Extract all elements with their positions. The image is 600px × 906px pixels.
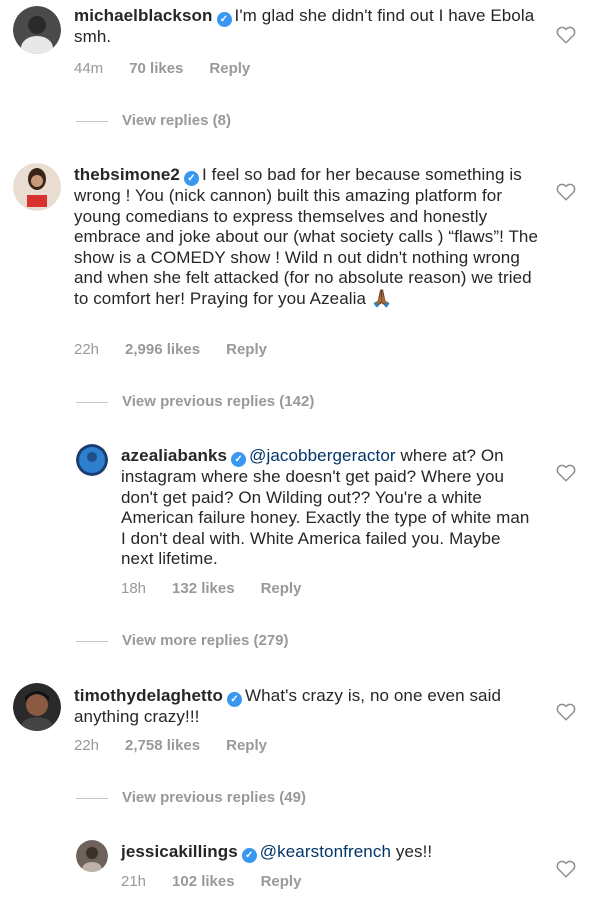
comment-text: timothydelaghetto ✓ What's crazy is, no on… (74, 686, 542, 728)
comment-content: yes!! (391, 842, 433, 861)
avatar-image (13, 683, 61, 731)
avatar-image (13, 163, 61, 211)
avatar[interactable] (13, 163, 61, 211)
comment-text: michaelblackson ✓ I'm glad she didn't find… (74, 6, 544, 48)
reply-button[interactable]: Reply (226, 341, 267, 358)
comment-username[interactable]: michaelblackson (74, 6, 213, 25)
reply-button[interactable]: Reply (261, 873, 302, 890)
comment-time: 22h (74, 737, 100, 754)
verified-badge-icon: ✓ (231, 452, 247, 467)
comment-username[interactable]: jessicakillings (121, 842, 238, 861)
likes-count[interactable]: 2,758 likes (125, 737, 200, 754)
verified-badge-icon: ✓ (227, 692, 243, 707)
comment-username[interactable]: timothydelaghetto (74, 686, 223, 705)
divider-line (76, 120, 108, 122)
avatar-image (13, 6, 61, 54)
comment-meta: 21h 102 likes Reply (121, 873, 327, 890)
comment-time: 44m (74, 60, 104, 77)
like-heart-icon[interactable] (556, 703, 576, 721)
comment-meta: 44m 70 likes Reply (74, 60, 276, 77)
comment-text: azealiabanks ✓ @jacobbergeractor where at?… (121, 446, 533, 570)
comment-meta: 22h 2,996 likes Reply (74, 341, 293, 358)
verified-badge-icon: ✓ (241, 848, 257, 863)
comment-text: thebsimone2 ✓ I feel so bad for her becaus… (74, 165, 542, 310)
verified-badge-icon: ✓ (183, 171, 199, 186)
comment-meta: 22h 2,758 likes Reply (74, 737, 293, 754)
reply-button[interactable]: Reply (209, 60, 250, 77)
divider-line (76, 401, 108, 403)
comment-username[interactable]: thebsimone2 (74, 165, 180, 184)
avatar[interactable] (76, 840, 108, 872)
reply-button[interactable]: Reply (226, 737, 267, 754)
comment-content: I feel so bad for her because something … (74, 165, 539, 308)
avatar[interactable] (13, 683, 61, 731)
comment-username[interactable]: azealiabanks (121, 446, 227, 465)
like-heart-icon[interactable] (556, 860, 576, 878)
praying-hands-emoji: 🙏🏾 (370, 288, 393, 308)
view-replies-button[interactable]: View more replies (279) (76, 632, 288, 649)
mention-link[interactable]: @jacobbergeractor (249, 446, 396, 465)
avatar[interactable] (76, 444, 108, 476)
comment-time: 21h (121, 873, 147, 890)
view-replies-label: View previous replies (49) (122, 789, 306, 806)
view-replies-label: View replies (8) (122, 112, 231, 129)
mention-link[interactable]: @kearstonfrench (260, 842, 391, 861)
view-replies-label: View previous replies (142) (122, 393, 315, 410)
view-replies-button[interactable]: View previous replies (49) (76, 789, 306, 806)
view-replies-button[interactable]: View previous replies (142) (76, 393, 314, 410)
avatar[interactable] (13, 6, 61, 54)
likes-count[interactable]: 102 likes (172, 873, 235, 890)
like-heart-icon[interactable] (556, 26, 576, 44)
comment-meta: 18h 132 likes Reply (121, 580, 327, 597)
likes-count[interactable]: 70 likes (129, 60, 183, 77)
divider-line (76, 640, 108, 642)
avatar-image (76, 444, 108, 476)
divider-line (76, 797, 108, 799)
comment-text: jessicakillings ✓ @kearstonfrench yes!! (121, 842, 533, 863)
view-replies-label: View more replies (279) (122, 632, 289, 649)
like-heart-icon[interactable] (556, 464, 576, 482)
reply-button[interactable]: Reply (261, 580, 302, 597)
verified-badge-icon: ✓ (216, 12, 232, 27)
view-replies-button[interactable]: View replies (8) (76, 112, 231, 129)
likes-count[interactable]: 132 likes (172, 580, 235, 597)
comment-time: 18h (121, 580, 147, 597)
like-heart-icon[interactable] (556, 183, 576, 201)
comment-time: 22h (74, 341, 100, 358)
likes-count[interactable]: 2,996 likes (125, 341, 200, 358)
avatar-image (76, 840, 108, 872)
